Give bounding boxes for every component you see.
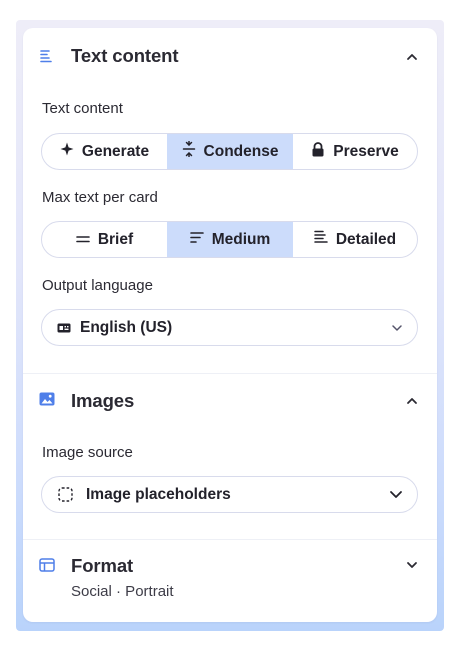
image-icon (39, 391, 55, 407)
generate-option-label: Generate (81, 142, 150, 160)
chevron-down-icon (391, 324, 403, 332)
text-lines-icon (39, 48, 55, 64)
language-keyboard-icon (57, 323, 71, 333)
medium-option-label: Medium (211, 230, 271, 248)
generate-option[interactable]: Generate (42, 134, 167, 169)
chevron-up-icon[interactable] (405, 394, 419, 408)
text-content-mode-label: Text content (42, 100, 123, 117)
format-summary: Social · Portrait (71, 583, 174, 600)
medium-option[interactable]: Medium (167, 222, 293, 257)
chevron-down-icon[interactable] (405, 558, 419, 572)
sparkle-icon (60, 142, 74, 161)
layout-icon (39, 557, 55, 573)
output-language-select[interactable]: English (US) (41, 309, 418, 346)
output-language-label: Output language (42, 277, 153, 294)
detailed-lines-icon (314, 230, 328, 249)
format-section-header[interactable]: Format Social · Portrait (23, 540, 437, 610)
condense-icon (182, 140, 196, 162)
text-content-section-header[interactable]: Text content (23, 28, 437, 84)
detailed-option-label: Detailed (335, 230, 397, 248)
images-section-header[interactable]: Images (23, 374, 437, 430)
brief-option[interactable]: Brief (42, 222, 167, 257)
condense-option[interactable]: Condense (167, 134, 293, 169)
preserve-option-label: Preserve (333, 142, 399, 160)
images-section-title: Images (71, 390, 135, 411)
image-source-select[interactable]: Image placeholders (41, 476, 418, 513)
text-content-section-title: Text content (71, 45, 179, 66)
brief-lines-icon (76, 231, 90, 249)
format-section-title: Format (71, 555, 134, 576)
brief-option-label: Brief (97, 230, 134, 248)
chevron-down-icon (389, 490, 403, 499)
placeholder-frame-icon (58, 487, 73, 502)
text-content-mode-toggle: Generate Condense Preserve (41, 133, 418, 170)
chevron-up-icon[interactable] (405, 50, 419, 64)
condense-option-label: Condense (203, 142, 279, 160)
preserve-option[interactable]: Preserve (293, 134, 417, 169)
settings-panel: Text content Text content Generate Conde… (23, 28, 437, 622)
output-language-value: English (US) (80, 318, 173, 336)
lock-icon (311, 141, 325, 162)
detailed-option[interactable]: Detailed (293, 222, 417, 257)
medium-lines-icon (189, 231, 204, 249)
image-source-label: Image source (42, 444, 133, 461)
image-source-value: Image placeholders (86, 485, 231, 503)
max-text-toggle: Brief Medium Detailed (41, 221, 418, 258)
max-text-label: Max text per card (42, 189, 158, 206)
